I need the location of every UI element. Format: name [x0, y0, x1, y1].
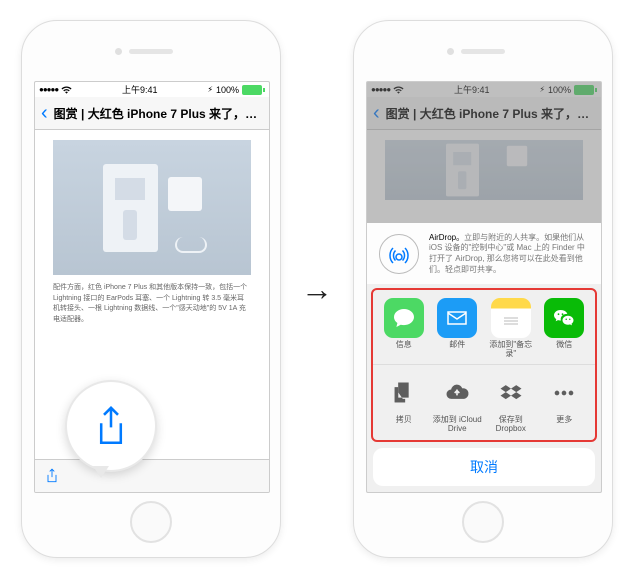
- nav-bar: ‹ 图赏 | 大红色 iPhone 7 Plus 来了，你...: [35, 97, 269, 130]
- share-icon[interactable]: [45, 468, 59, 484]
- status-bar: ●●●●● 上午9:41 ⚡︎ 100%: [35, 82, 269, 97]
- share-app-wechat[interactable]: 微信: [538, 298, 592, 359]
- toolbar: [35, 459, 269, 492]
- product-photo: [53, 140, 251, 275]
- action-more[interactable]: 更多: [538, 373, 592, 434]
- share-actions-row: 拷贝 添加到 iCloud Drive 保存到 Dropbox 更多: [373, 365, 595, 440]
- screen-right: ●●●●● 上午9:41 ⚡︎ 100% ‹ 图赏 | 大红色 iPhone 7…: [366, 81, 602, 493]
- home-button[interactable]: [462, 501, 504, 543]
- battery-percent: 100%: [216, 85, 239, 95]
- wifi-icon: [61, 85, 72, 94]
- share-zoom-callout: [65, 380, 157, 472]
- share-sheet: AirDrop。立即与附近的人共享。如果他们从 iOS 设备的"控制中心"或 M…: [367, 223, 601, 492]
- share-icon-zoom: [94, 405, 128, 447]
- photo-caption: 配件方面，红色 iPhone 7 Plus 和其他版本保持一致，包括一个 Lig…: [53, 283, 251, 325]
- arrow-icon: →: [301, 271, 333, 308]
- action-dropbox[interactable]: 保存到 Dropbox: [484, 373, 538, 434]
- signal-dots-icon: ●●●●●: [39, 85, 58, 94]
- phone-right: ●●●●● 上午9:41 ⚡︎ 100% ‹ 图赏 | 大红色 iPhone 7…: [353, 20, 613, 558]
- action-copy[interactable]: 拷贝: [377, 373, 431, 434]
- action-icloud-drive[interactable]: 添加到 iCloud Drive: [431, 373, 485, 434]
- status-time: 上午9:41: [122, 83, 158, 96]
- airdrop-row[interactable]: AirDrop。立即与附近的人共享。如果他们从 iOS 设备的"控制中心"或 M…: [367, 223, 601, 284]
- share-app-notes[interactable]: 添加到"备忘录": [484, 298, 538, 359]
- cancel-button[interactable]: 取消: [373, 448, 595, 486]
- article-content: 配件方面，红色 iPhone 7 Plus 和其他版本保持一致，包括一个 Lig…: [35, 130, 269, 335]
- phone-left: ●●●●● 上午9:41 ⚡︎ 100% ‹ 图赏 | 大红色 iPhone 7…: [21, 20, 281, 558]
- share-app-mail[interactable]: 邮件: [431, 298, 485, 359]
- page-title: 图赏 | 大红色 iPhone 7 Plus 来了，你...: [54, 105, 263, 122]
- share-apps-row: 信息 邮件 添加到"备忘录" 微信: [373, 290, 595, 366]
- screen-left: ●●●●● 上午9:41 ⚡︎ 100% ‹ 图赏 | 大红色 iPhone 7…: [34, 81, 270, 493]
- share-app-messages[interactable]: 信息: [377, 298, 431, 359]
- airdrop-text: AirDrop。立即与附近的人共享。如果他们从 iOS 设备的"控制中心"或 M…: [429, 233, 589, 276]
- airdrop-icon: [379, 234, 419, 274]
- apps-highlight-box: 信息 邮件 添加到"备忘录" 微信: [371, 288, 597, 442]
- home-button[interactable]: [130, 501, 172, 543]
- back-button[interactable]: ‹: [41, 102, 48, 125]
